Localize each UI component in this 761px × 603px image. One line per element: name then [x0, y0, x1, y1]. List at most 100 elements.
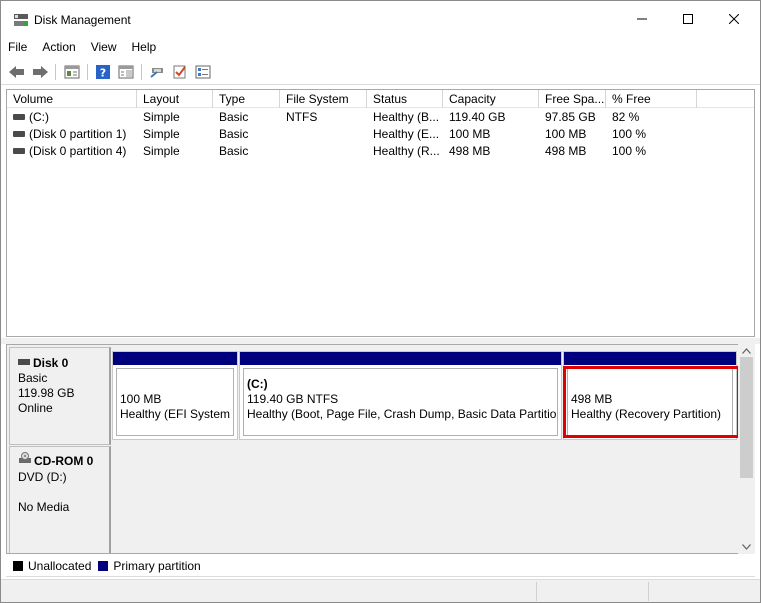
cdrom-0-label[interactable]: CD-ROM 0 DVD (D:) No Media	[9, 446, 111, 553]
graphical-view-scrollbar[interactable]	[738, 344, 755, 554]
primary-partition-bar	[240, 352, 561, 365]
cell-capacity: 498 MB	[449, 144, 491, 158]
partition-status: Healthy (Recovery Partition)	[571, 407, 722, 421]
status-bar	[1, 579, 760, 602]
partition-c-drive[interactable]: (C:) 119.40 GB NTFS Healthy (Boot, Page …	[239, 351, 562, 440]
partition-status: Healthy (EFI System P	[120, 407, 234, 421]
back-button[interactable]	[8, 63, 26, 81]
cell-layout: Simple	[143, 110, 180, 124]
cdrom-icon	[18, 452, 32, 468]
disk-0-size: 119.98 GB	[18, 386, 75, 400]
cell-free-space: 498 MB	[545, 144, 587, 158]
maximize-button[interactable]	[665, 1, 711, 37]
legend-swatch-unallocated	[13, 561, 23, 571]
disk-0-label[interactable]: Disk 0 Basic 119.98 GB Online	[9, 347, 111, 445]
check-button[interactable]	[171, 63, 189, 81]
help-icon: ?	[96, 65, 110, 80]
help-button[interactable]: ?	[94, 63, 112, 81]
column-header-volume[interactable]: Volume	[7, 90, 137, 108]
partition-size: 498 MB	[571, 392, 613, 406]
close-button[interactable]	[711, 1, 757, 37]
forward-arrow-icon	[33, 66, 48, 78]
partition-name	[571, 377, 732, 392]
scroll-down-button[interactable]	[738, 540, 755, 554]
volume-icon	[13, 130, 25, 137]
volume-list[interactable]: Volume Layout Type File System Status Ca…	[6, 89, 755, 337]
cell-status: Healthy (R...	[373, 144, 440, 158]
partition-name: (C:)	[247, 377, 268, 391]
menu-view[interactable]: View	[84, 37, 125, 57]
connect-icon	[150, 68, 163, 78]
checklist-icon	[173, 65, 186, 79]
column-header-layout[interactable]: Layout	[137, 90, 213, 108]
cell-volume: (Disk 0 partition 4)	[29, 144, 127, 158]
disk-0-name: Disk 0	[33, 356, 69, 370]
column-header-capacity[interactable]: Capacity	[443, 90, 539, 108]
cdrom-0-media: No Media	[18, 500, 70, 514]
table-row[interactable]: (Disk 0 partition 1) Simple Basic Health…	[7, 126, 754, 143]
partition-size: 100 MB	[120, 392, 162, 406]
scroll-thumb[interactable]	[740, 357, 753, 478]
cell-layout: Simple	[143, 144, 180, 158]
connect-disk-button[interactable]	[148, 63, 166, 81]
pane-icon	[118, 65, 134, 79]
cell-capacity: 100 MB	[449, 127, 491, 141]
cell-type: Basic	[219, 127, 249, 141]
cell-type: Basic	[219, 110, 249, 124]
cell-volume: (Disk 0 partition 1)	[29, 127, 127, 141]
disk-0-type: Basic	[18, 371, 48, 385]
cell-file-system	[280, 143, 367, 160]
menu-file[interactable]: File	[1, 37, 35, 57]
cell-file-system	[280, 126, 367, 143]
status-pane	[648, 582, 758, 601]
menu-action[interactable]: Action	[35, 37, 83, 57]
show-hide-console-tree-button[interactable]	[63, 63, 81, 81]
partition-name	[120, 377, 233, 392]
legend-swatch-primary	[98, 561, 109, 571]
toolbar-separator	[141, 64, 142, 80]
partition-recovery[interactable]: 498 MB Healthy (Recovery Partition)	[563, 351, 737, 440]
list-settings-icon	[195, 65, 211, 79]
minimize-button[interactable]	[619, 1, 665, 37]
title-bar[interactable]: Disk Management	[1, 1, 760, 37]
menu-bar: File Action View Help	[1, 37, 760, 57]
disk-0-state: Online	[18, 401, 53, 415]
cell-status: Healthy (E...	[373, 127, 440, 141]
cell-percent-free: 100 %	[612, 127, 647, 141]
table-row[interactable]: (C:) Simple Basic NTFS Healthy (B... 119…	[7, 109, 754, 126]
console-tree-icon	[64, 65, 80, 79]
disk-management-window: Disk Management File Action View Help ?	[0, 0, 761, 603]
legend-label-unallocated: Unallocated	[28, 559, 92, 573]
cell-type: Basic	[219, 144, 249, 158]
cell-percent-free: 82 %	[612, 110, 640, 124]
volume-icon	[13, 113, 25, 120]
scroll-up-button[interactable]	[738, 344, 755, 358]
column-header-free-space[interactable]: Free Spa...	[539, 90, 606, 108]
table-row[interactable]: (Disk 0 partition 4) Simple Basic Health…	[7, 143, 754, 160]
settings-list-button[interactable]	[194, 63, 212, 81]
cell-file-system: NTFS	[286, 110, 318, 124]
volume-list-header: Volume Layout Type File System Status Ca…	[7, 90, 754, 108]
cell-free-space: 100 MB	[545, 127, 587, 141]
column-header-type[interactable]: Type	[213, 90, 280, 108]
properties-pane-button[interactable]	[117, 63, 135, 81]
cdrom-0-name: CD-ROM 0	[34, 454, 94, 469]
toolbar-separator	[87, 64, 88, 80]
cdrom-0-area[interactable]	[111, 445, 737, 553]
primary-partition-bar	[113, 352, 237, 365]
column-header-percent-free[interactable]: % Free	[606, 90, 697, 108]
forward-button[interactable]	[31, 63, 49, 81]
window-title: Disk Management	[34, 13, 131, 27]
graphical-disk-view: Disk 0 Basic 119.98 GB Online 100 MB Hea…	[6, 344, 755, 554]
cdrom-0-type: DVD (D:)	[18, 470, 67, 484]
back-arrow-icon	[9, 66, 24, 78]
partition-efi[interactable]: 100 MB Healthy (EFI System P	[112, 351, 238, 440]
disk-icon	[18, 358, 30, 365]
partition-size: 119.40 GB NTFS	[247, 392, 339, 406]
column-header-file-system[interactable]: File System	[280, 90, 367, 108]
status-pane	[536, 582, 648, 601]
column-header-status[interactable]: Status	[367, 90, 443, 108]
legend-label-primary: Primary partition	[113, 559, 201, 573]
cell-percent-free: 100 %	[612, 144, 647, 158]
menu-help[interactable]: Help	[125, 37, 165, 57]
